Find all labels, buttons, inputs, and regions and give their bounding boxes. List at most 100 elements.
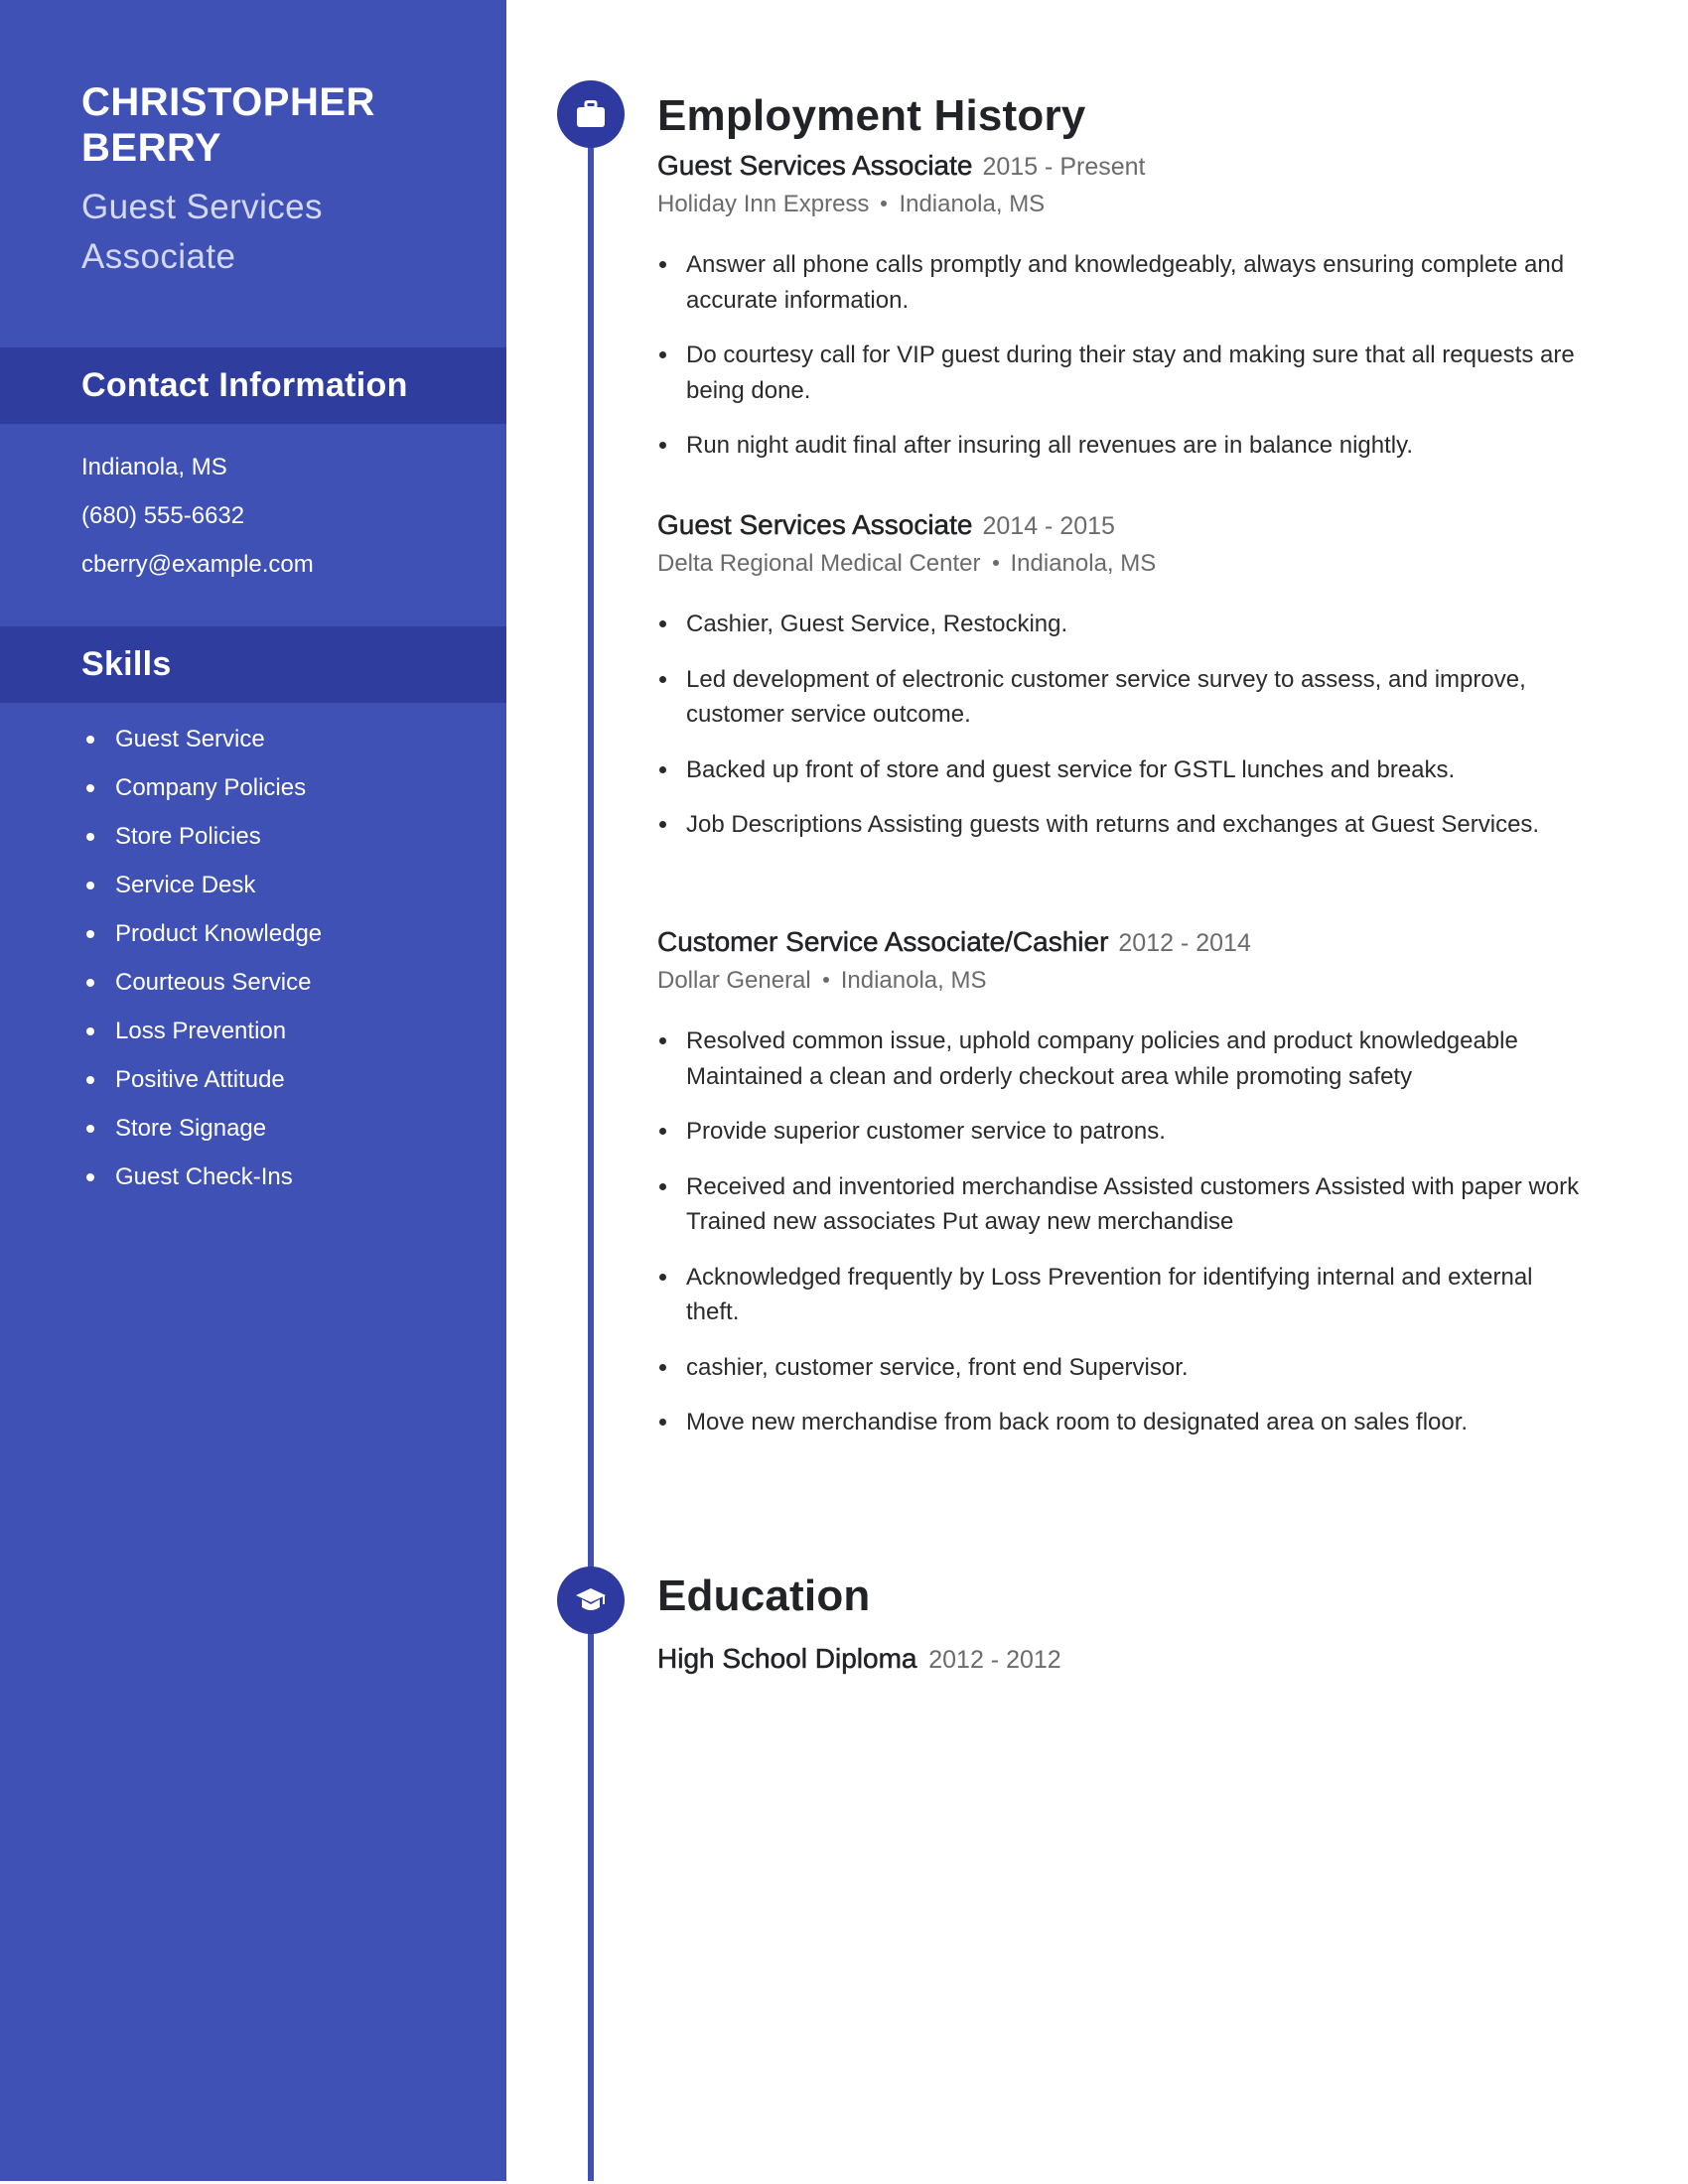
job-title: Guest Services Associate xyxy=(657,150,973,182)
skill-item: Guest Check-Ins xyxy=(81,1153,498,1201)
job-dates: 2015 - Present xyxy=(982,153,1146,181)
skill-item: Store Signage xyxy=(81,1104,498,1153)
bullet-text: Job Descriptions Assisting guests with r… xyxy=(686,811,1540,838)
bullet-icon xyxy=(659,620,666,627)
skill-label: Guest Service xyxy=(115,726,265,752)
skills-heading: Skills xyxy=(81,645,172,683)
contact-heading: Contact Information xyxy=(81,366,408,404)
job-bullet: Resolved common issue, uphold company po… xyxy=(657,1024,1591,1094)
bullet-text: Do courtesy call for VIP guest during th… xyxy=(686,341,1575,404)
education-degree: High School Diploma xyxy=(657,1643,917,1675)
bullet-icon xyxy=(86,784,94,792)
job-dates: 2012 - 2014 xyxy=(1118,929,1251,957)
candidate-role: Guest Services Associate xyxy=(81,188,323,276)
skill-item: Company Policies xyxy=(81,763,498,812)
job-location: Indianola, MS xyxy=(1010,550,1157,577)
bullet-icon xyxy=(659,1273,666,1281)
skill-label: Guest Check-Ins xyxy=(115,1163,293,1190)
employment-timeline-marker xyxy=(557,80,625,148)
bullet-icon xyxy=(86,833,94,841)
job-location: Indianola, MS xyxy=(840,967,987,994)
bullet-icon xyxy=(659,1419,666,1426)
job-header: Guest Services Associate 2015 - Present xyxy=(657,147,1591,186)
skill-label: Store Signage xyxy=(115,1115,267,1142)
bullet-text: Led development of electronic customer s… xyxy=(686,665,1526,729)
job-bullet: Acknowledged frequently by Loss Preventi… xyxy=(657,1260,1591,1330)
skill-label: Store Policies xyxy=(115,823,261,850)
job-header: Customer Service Associate/Cashier 2012 -… xyxy=(657,923,1591,962)
bullet-icon xyxy=(86,1125,94,1133)
bullet-icon xyxy=(86,979,94,987)
sidebar: CHRISTOPHER BERRY Guest Services Associa… xyxy=(0,0,506,2181)
bullet-icon xyxy=(86,736,94,744)
job-title: Guest Services Associate xyxy=(657,509,973,541)
job-bullets: Resolved common issue, uphold company po… xyxy=(657,1024,1591,1440)
bullet-text: Resolved common issue, uphold company po… xyxy=(686,1027,1518,1090)
skill-item: Service Desk xyxy=(81,861,498,909)
employment-heading: Employment History xyxy=(657,91,1086,140)
job-entry: Guest Services Associate 2015 - Present H… xyxy=(657,147,1591,483)
job-bullets: Answer all phone calls promptly and know… xyxy=(657,247,1591,464)
contact-email[interactable]: cberry@example.com xyxy=(81,540,498,589)
job-bullet: Do courtesy call for VIP guest during th… xyxy=(657,338,1591,408)
contact-header-band: Contact Information xyxy=(0,347,506,424)
skill-label: Courteous Service xyxy=(115,969,312,996)
skill-item: Guest Service xyxy=(81,715,498,763)
graduation-cap-icon xyxy=(575,1586,607,1614)
education-heading: Education xyxy=(657,1571,871,1620)
bullet-icon xyxy=(659,442,666,449)
job-bullet: Answer all phone calls promptly and know… xyxy=(657,247,1591,318)
skills-list: Guest Service Company Policies Store Pol… xyxy=(81,715,498,1201)
bullet-text: cashier, customer service, front end Sup… xyxy=(686,1353,1189,1381)
contact-phone[interactable]: (680) 555-6632 xyxy=(81,491,498,540)
separator-dot-icon xyxy=(992,559,999,566)
bullet-icon xyxy=(659,1182,666,1190)
job-header: Guest Services Associate 2014 - 2015 xyxy=(657,506,1591,545)
job-company: Delta Regional Medical Center xyxy=(657,550,981,577)
job-company: Dollar General xyxy=(657,967,811,994)
job-bullet: Move new merchandise from back room to d… xyxy=(657,1405,1591,1440)
bullet-icon xyxy=(659,675,666,683)
bullet-icon xyxy=(659,261,666,268)
job-bullet: Cashier, Guest Service, Restocking. xyxy=(657,607,1591,642)
job-company-line: Dollar General Indianola, MS xyxy=(657,962,1591,1000)
bullet-text: Provide superior customer service to pat… xyxy=(686,1118,1166,1145)
job-bullets: Cashier, Guest Service, Restocking. Led … xyxy=(657,607,1591,843)
timeline-line xyxy=(588,114,594,2181)
education-timeline-marker xyxy=(557,1567,625,1634)
bullet-icon xyxy=(659,351,666,358)
bullet-icon xyxy=(659,1363,666,1371)
job-bullet: Job Descriptions Assisting guests with r… xyxy=(657,807,1591,843)
bullet-icon xyxy=(86,1076,94,1084)
bullet-text: Move new merchandise from back room to d… xyxy=(686,1409,1469,1435)
bullet-icon xyxy=(659,1037,666,1044)
bullet-icon xyxy=(86,1027,94,1035)
bullet-text: Acknowledged frequently by Loss Preventi… xyxy=(686,1263,1533,1326)
candidate-name: CHRISTOPHER BERRY xyxy=(81,80,375,170)
bullet-icon xyxy=(659,765,666,773)
contact-location: Indianola, MS xyxy=(81,454,227,480)
bullet-icon xyxy=(86,1173,94,1181)
skill-item: Store Policies xyxy=(81,812,498,861)
job-entry: Guest Services Associate 2014 - 2015 Delt… xyxy=(657,506,1591,863)
briefcase-icon xyxy=(576,100,606,128)
job-bullet: Backed up front of store and guest servi… xyxy=(657,752,1591,788)
skill-item: Courteous Service xyxy=(81,958,498,1007)
skill-label: Company Policies xyxy=(115,774,307,801)
job-bullet: cashier, customer service, front end Sup… xyxy=(657,1350,1591,1386)
job-bullet: Received and inventoried merchandise Ass… xyxy=(657,1169,1591,1240)
bullet-icon xyxy=(659,1128,666,1135)
skill-label: Product Knowledge xyxy=(115,920,323,947)
skill-item: Loss Prevention xyxy=(81,1007,498,1055)
bullet-icon xyxy=(86,882,94,889)
bullet-text: Cashier, Guest Service, Restocking. xyxy=(686,611,1068,637)
bullet-text: Answer all phone calls promptly and know… xyxy=(686,251,1565,314)
job-company-line: Holiday Inn Express Indianola, MS xyxy=(657,186,1591,223)
bullet-text: Backed up front of store and guest servi… xyxy=(686,755,1456,783)
job-entry: Customer Service Associate/Cashier 2012 -… xyxy=(657,923,1591,1460)
skill-label: Service Desk xyxy=(115,872,256,898)
job-dates: 2014 - 2015 xyxy=(982,512,1115,540)
job-bullet: Provide superior customer service to pat… xyxy=(657,1114,1591,1150)
job-location: Indianola, MS xyxy=(899,191,1046,217)
education-entry: High School Diploma 2012 - 2012 xyxy=(657,1640,1061,1679)
